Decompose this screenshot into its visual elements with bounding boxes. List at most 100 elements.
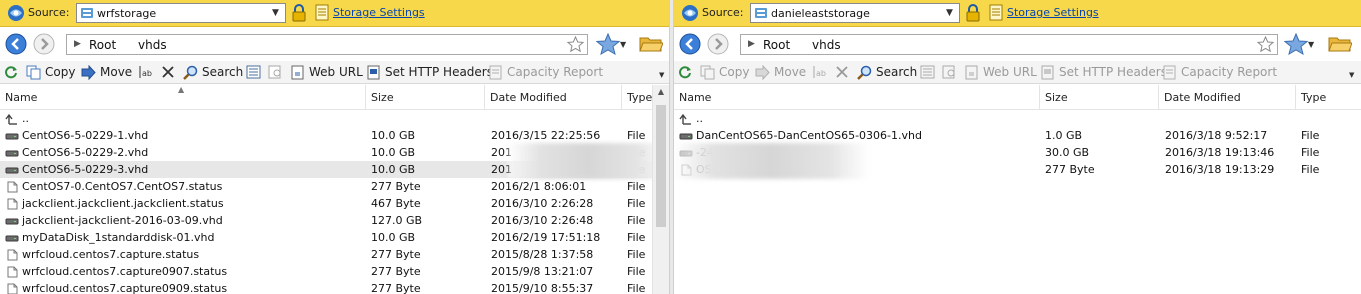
chevron-down-icon[interactable]: ▼ (943, 5, 956, 21)
capacity-report-button[interactable]: Capacity Report (488, 62, 603, 82)
back-icon[interactable] (5, 33, 27, 55)
breadcrumb-vhds[interactable]: vhds (138, 38, 167, 52)
file-size: 10.0 GB (371, 146, 416, 159)
file-size: 467 Byte (371, 197, 421, 210)
file-name: myDataDisk_1standarddisk-01.vhd (22, 231, 215, 244)
parent-dir-label: .. (696, 112, 703, 125)
breadcrumb-root[interactable]: Root (89, 38, 116, 52)
move-icon (81, 64, 96, 80)
account-name: wrfstorage (97, 7, 157, 20)
column-header-type[interactable]: Type (622, 85, 652, 110)
source-bar: Source: wrfstorage ▼ Storage Settings (0, 0, 669, 27)
file-date: 2016/3/15 22:25:56 (491, 129, 601, 142)
copy-button[interactable]: Copy (700, 62, 749, 82)
lock-icon[interactable] (965, 4, 981, 22)
file-size: 277 Byte (371, 248, 421, 261)
vertical-scrollbar[interactable]: ▲ (652, 85, 669, 294)
delete-icon[interactable] (162, 66, 174, 78)
storage-account-icon (81, 8, 93, 18)
scrollbar-thumb[interactable] (656, 105, 666, 227)
folder-icon[interactable] (1328, 35, 1352, 53)
set-http-headers-button[interactable]: Set HTTP Headers (366, 62, 493, 82)
favorites-star-icon[interactable] (1284, 33, 1308, 55)
file-type: File (1301, 129, 1320, 142)
account-name: danieleaststorage (771, 7, 870, 20)
table-row[interactable]: wrfcloud.centos7.capture0909.status 277 B… (0, 280, 652, 294)
redaction-blur (508, 143, 669, 179)
table-row[interactable]: myDataDisk_1standarddisk-01.vhd 10.0 GB 20… (0, 229, 652, 246)
preview-icon[interactable] (268, 65, 283, 79)
delete-icon[interactable] (836, 66, 848, 78)
properties-icon[interactable] (920, 65, 935, 79)
refresh-icon[interactable] (678, 65, 692, 79)
table-row[interactable]: jackclient-jackclient-2016-03-09.vhd 127.… (0, 212, 652, 229)
parent-dir-row[interactable]: .. (674, 110, 1361, 127)
folder-icon[interactable] (639, 35, 663, 53)
parent-dir-row[interactable]: .. (0, 110, 652, 127)
chevron-down-icon[interactable]: ▼ (269, 5, 282, 21)
file-name: wrfcloud.centos7.capture0909.status (22, 282, 228, 294)
search-button[interactable]: Search (183, 62, 243, 82)
refresh-icon[interactable] (4, 65, 18, 79)
file-size: 277 Byte (371, 282, 421, 294)
properties-icon[interactable] (246, 65, 261, 79)
column-header-date[interactable]: Date Modified (1159, 85, 1296, 110)
table-row[interactable]: CentOS7-0.CentOS7.CentOS7.status 277 Byte… (0, 178, 652, 195)
breadcrumb-vhds[interactable]: vhds (812, 38, 841, 52)
table-row[interactable]: wrfcloud.centos7.capture.status 277 Byte 2… (0, 246, 652, 263)
bookmark-star-icon[interactable] (1257, 36, 1274, 53)
move-button[interactable]: Move (755, 62, 806, 82)
web-url-button[interactable]: Web URL (290, 62, 363, 82)
forward-icon[interactable] (33, 33, 55, 55)
file-name: wrfcloud.centos7.capture.status (22, 248, 200, 261)
table-row[interactable]: CentOS6-5-0229-1.vhd 10.0 GB 2016/3/15 22:… (0, 127, 652, 144)
address-bar[interactable]: ▶ Root vhds (740, 34, 1278, 55)
file-size: 10.0 GB (371, 163, 416, 176)
column-header-size[interactable]: Size (366, 85, 485, 110)
table-row[interactable]: DanCentOS65-DanCentOS65-0306-1.vhd 1.0 GB… (674, 127, 1361, 144)
move-icon (755, 64, 770, 80)
back-icon[interactable] (679, 33, 701, 55)
column-header-type[interactable]: Type (1296, 85, 1361, 110)
report-icon (1163, 65, 1176, 79)
storage-settings-link[interactable]: Storage Settings (333, 6, 425, 19)
capacity-report-button[interactable]: Capacity Report (1162, 62, 1277, 82)
file-size: 277 Byte (1045, 163, 1095, 176)
search-button[interactable]: Search (857, 62, 917, 82)
svg-text:ab: ab (142, 69, 152, 78)
column-header-date[interactable]: Date Modified (485, 85, 622, 110)
favorites-dropdown-icon[interactable]: ▼ (1308, 40, 1314, 49)
lock-icon[interactable] (291, 4, 307, 22)
nav-bar: ▶ Root vhds ▼ (674, 28, 1361, 60)
address-bar[interactable]: ▶ Root vhds (66, 34, 588, 55)
toolbar-overflow-icon[interactable]: ▼ (659, 71, 669, 83)
right-pane: Source: danieleaststorage ▼ Storage Sett… (674, 0, 1361, 294)
storage-settings-link[interactable]: Storage Settings (1007, 6, 1099, 19)
column-header-name[interactable]: Name (674, 85, 1040, 110)
set-http-headers-button[interactable]: Set HTTP Headers (1040, 62, 1167, 82)
file-type: File (627, 180, 646, 193)
favorites-dropdown-icon[interactable]: ▼ (620, 40, 626, 49)
breadcrumb-root[interactable]: Root (763, 38, 790, 52)
account-select[interactable]: danieleaststorage ▼ (750, 3, 960, 23)
move-button[interactable]: Move (81, 62, 132, 82)
forward-icon[interactable] (707, 33, 729, 55)
account-select[interactable]: wrfstorage ▼ (76, 3, 286, 23)
http-headers-icon (1041, 65, 1054, 79)
preview-icon[interactable] (942, 65, 957, 79)
table-row[interactable]: jackclient.jackclient.jackclient.status 4… (0, 195, 652, 212)
toolbar-overflow-icon[interactable]: ▼ (1349, 71, 1359, 83)
bookmark-star-icon[interactable] (567, 36, 584, 53)
copy-button[interactable]: Copy (26, 62, 75, 82)
table-row[interactable]: wrfcloud.centos7.capture0907.status 277 B… (0, 263, 652, 280)
rename-icon[interactable]: ab (812, 65, 828, 79)
favorites-star-icon[interactable] (596, 33, 620, 55)
web-url-button[interactable]: Web URL (964, 62, 1037, 82)
file-type: File (627, 282, 646, 294)
column-header-size[interactable]: Size (1040, 85, 1159, 110)
sort-ascending-icon: ▲ (178, 85, 185, 94)
rename-icon[interactable]: ab (138, 65, 154, 79)
scroll-up-icon[interactable]: ▲ (656, 87, 666, 96)
web-url-icon (291, 65, 304, 79)
file-size: 127.0 GB (371, 214, 423, 227)
